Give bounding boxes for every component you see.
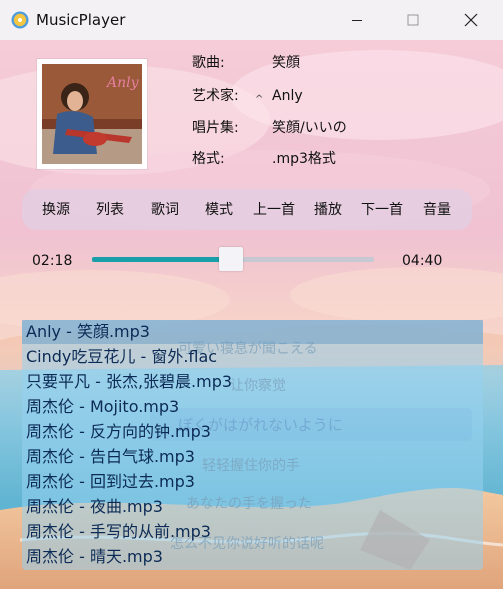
- next-button[interactable]: 下一首: [361, 201, 403, 219]
- progress-handle[interactable]: [219, 247, 244, 271]
- playlist-button[interactable]: 列表: [96, 201, 124, 219]
- playlist-item[interactable]: 周杰伦 - 夜曲.mp3: [22, 495, 483, 519]
- close-button[interactable]: [448, 0, 494, 40]
- control-toolbar: 换源 列表 歌词 模式 上一首 播放 下一首 音量: [22, 189, 472, 230]
- playlist-item[interactable]: 周杰伦 - Mojito.mp3: [22, 395, 483, 419]
- playlist-item-label: 周杰伦 - 回到过去.mp3: [26, 472, 195, 491]
- playlist-item[interactable]: 周杰伦 - 晴天.mp3: [22, 545, 483, 569]
- player-body: Anly 歌曲: 笑顔 艺术家: ^ Anly 唱片集: 笑顔/いいの 格式: …: [0, 40, 503, 589]
- playlist-item-label: 周杰伦 - 告白气球.mp3: [26, 447, 195, 466]
- album-art: Anly: [37, 59, 147, 169]
- playlist-item[interactable]: 周杰伦 - 回到过去.mp3: [22, 470, 483, 494]
- artist-value: Anly: [272, 88, 303, 104]
- lyrics-button[interactable]: 歌词: [151, 201, 179, 219]
- playlist-item[interactable]: 周杰伦 - 手写的从前.mp3: [22, 520, 483, 544]
- maximize-icon: [407, 14, 419, 26]
- maximize-button[interactable]: [390, 0, 436, 40]
- playlist-item-label: 周杰伦 - 夜曲.mp3: [26, 497, 163, 516]
- album-art-text: Anly: [105, 75, 140, 91]
- minimize-button[interactable]: [334, 0, 380, 40]
- playlist-item-label: 周杰伦 - 晴天.mp3: [26, 547, 163, 566]
- song-label: 歌曲:: [192, 55, 225, 71]
- current-time: 02:18: [32, 253, 73, 269]
- playlist-item[interactable]: Anly - 笑顔.mp3: [22, 320, 483, 344]
- playlist-item-label: 周杰伦 - 反方向的钟.mp3: [26, 422, 211, 441]
- total-time: 04:40: [402, 253, 443, 269]
- volume-button[interactable]: 音量: [423, 201, 451, 219]
- music-disc-icon: [11, 11, 29, 29]
- minimize-icon: [352, 20, 362, 21]
- progress-fill: [92, 257, 232, 262]
- close-icon: [464, 13, 478, 27]
- playlist-item-label: 周杰伦 - 手写的从前.mp3: [26, 522, 211, 541]
- playlist-item-label: 周杰伦 - Mojito.mp3: [26, 397, 180, 416]
- playlist[interactable]: Anly - 笑顔.mp3 Cindy吃豆花儿 - 窗外.flac 只要平凡 -…: [22, 320, 483, 570]
- playlist-item[interactable]: 周杰伦 - 告白气球.mp3: [22, 445, 483, 469]
- playlist-item[interactable]: 只要平凡 - 张杰,张碧晨.mp3: [22, 370, 483, 394]
- previous-button[interactable]: 上一首: [253, 201, 295, 219]
- window-title: MusicPlayer: [36, 11, 126, 29]
- album-label: 唱片集:: [192, 120, 239, 136]
- title-bar[interactable]: MusicPlayer: [0, 0, 503, 40]
- switch-source-button[interactable]: 换源: [42, 201, 70, 219]
- playlist-item[interactable]: 周杰伦 - 反方向的钟.mp3: [22, 420, 483, 444]
- artist-label: 艺术家:: [192, 88, 239, 104]
- mode-button[interactable]: 模式: [205, 201, 233, 219]
- album-value: 笑顔/いいの: [272, 120, 347, 136]
- caret-icon: ^: [255, 94, 264, 105]
- music-player-window: MusicPlayer Anly 歌曲: 笑顔 艺术家: ^ Anly 唱片集:…: [0, 0, 503, 589]
- album-cover-image: Anly: [42, 64, 142, 164]
- format-label: 格式:: [192, 151, 225, 167]
- playlist-item-label: Cindy吃豆花儿 - 窗外.flac: [26, 347, 218, 366]
- playlist-item-label: 只要平凡 - 张杰,张碧晨.mp3: [26, 372, 233, 391]
- format-value: .mp3格式: [272, 151, 336, 167]
- song-value: 笑顔: [272, 55, 300, 71]
- playlist-item-label: Anly - 笑顔.mp3: [26, 322, 150, 341]
- playlist-item[interactable]: Cindy吃豆花儿 - 窗外.flac: [22, 345, 483, 369]
- play-button[interactable]: 播放: [314, 201, 342, 219]
